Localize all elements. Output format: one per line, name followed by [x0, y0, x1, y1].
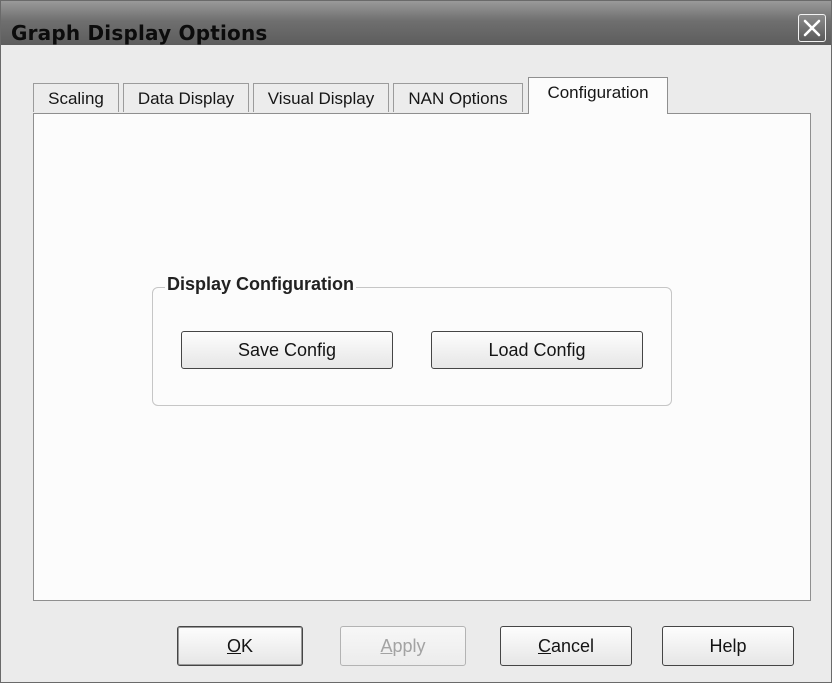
help-button[interactable]: Help	[662, 626, 794, 666]
save-config-button[interactable]: Save Config	[181, 331, 393, 369]
title-bar[interactable]: Graph Display Options	[1, 1, 831, 45]
tab-data-display[interactable]: Data Display	[123, 83, 249, 112]
tab-scaling[interactable]: Scaling	[33, 83, 119, 112]
apply-label-rest: pply	[392, 636, 426, 656]
apply-mnemonic: A	[380, 636, 393, 656]
tab-strip: Scaling Data Display Visual Display NAN …	[33, 77, 813, 114]
load-config-button[interactable]: Load Config	[431, 331, 643, 369]
cancel-button[interactable]: Cancel	[500, 626, 632, 666]
ok-mnemonic: O	[226, 636, 241, 656]
tab-panel-configuration: Display Configuration Save Config Load C…	[33, 113, 811, 601]
tab-visual-display[interactable]: Visual Display	[253, 83, 389, 112]
cancel-mnemonic: C	[537, 636, 551, 656]
apply-button[interactable]: Apply	[340, 626, 466, 666]
tab-configuration[interactable]: Configuration	[528, 77, 668, 114]
window-title: Graph Display Options	[11, 21, 268, 45]
ok-label-rest: K	[241, 636, 254, 656]
graph-display-options-dialog: Graph Display Options Scaling Data Displ…	[0, 0, 832, 683]
cancel-label-rest: ancel	[550, 636, 595, 656]
ok-button[interactable]: OK	[177, 626, 303, 666]
close-button[interactable]	[798, 14, 826, 42]
close-icon	[803, 19, 821, 37]
display-configuration-group: Display Configuration Save Config Load C…	[152, 274, 672, 406]
group-legend: Display Configuration	[165, 274, 357, 295]
tab-nan-options[interactable]: NAN Options	[393, 83, 523, 112]
